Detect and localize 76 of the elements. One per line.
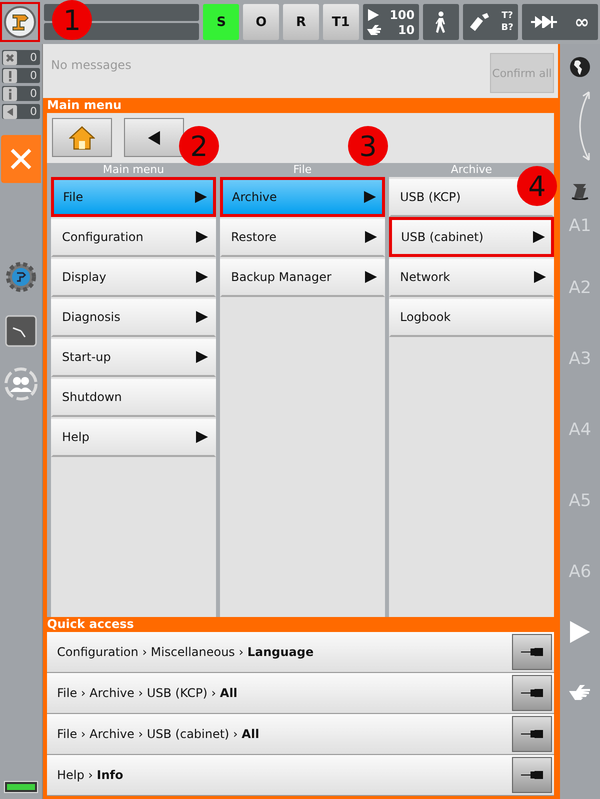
tool-base-button[interactable]: T? B? (462, 4, 518, 40)
pin-button[interactable] (512, 716, 552, 752)
column-header: Main menu (51, 163, 216, 177)
submenu-arrow-icon (196, 311, 208, 323)
menu-item[interactable]: Backup Manager (220, 257, 385, 297)
quick-access-path[interactable]: File › Archive › USB (cabinet) › All (57, 727, 260, 741)
info-icon (3, 86, 17, 100)
mode-button[interactable]: O (243, 4, 280, 40)
step-mode-button[interactable]: ∞ (522, 4, 598, 40)
jog-override-value: 10 (398, 22, 415, 36)
submenu-arrow-icon (196, 271, 208, 283)
quick-access-path[interactable]: Configuration › Miscellaneous › Language (57, 645, 314, 659)
menu-item[interactable]: Start-up (51, 337, 216, 377)
warning-icon (3, 68, 17, 82)
robot-icon (2, 5, 37, 39)
close-icon (9, 147, 33, 171)
menu-item[interactable]: Shutdown (51, 377, 216, 417)
robot-button[interactable] (0, 2, 40, 42)
message-counter[interactable]: 0 (2, 50, 40, 65)
gear-icon (5, 261, 37, 293)
mode-button[interactable]: S (203, 4, 240, 40)
back-button[interactable] (124, 118, 184, 157)
panel-title: Main menu (47, 98, 123, 113)
menu-item[interactable]: Display (51, 257, 216, 297)
pin-icon (521, 730, 543, 738)
section-title: Quick access (47, 617, 135, 632)
pin-icon (521, 689, 543, 697)
message-counter[interactable]: 0 (2, 104, 40, 119)
base-value: B? (501, 22, 514, 34)
submenu-arrow-icon (196, 431, 208, 443)
hand-icon (366, 24, 381, 35)
pin-button[interactable] (512, 634, 552, 670)
menu-item[interactable]: Restore (220, 217, 385, 257)
pin-icon (521, 771, 543, 779)
column-header: File (220, 163, 385, 177)
step-mode-value: ∞ (574, 12, 590, 32)
error-icon (3, 50, 17, 64)
skip-forward-icon (530, 15, 557, 29)
pin-button[interactable] (512, 675, 552, 711)
program-override-value: 100 (390, 8, 415, 22)
menu-item[interactable]: Network (389, 257, 554, 297)
message-counter[interactable]: 0 (2, 68, 40, 83)
back-arrow-icon (148, 130, 160, 144)
mode-button[interactable]: R (283, 4, 319, 40)
submenu-arrow-icon (195, 191, 207, 203)
home-button[interactable] (52, 118, 112, 157)
quick-access-path[interactable]: File › Archive › USB (KCP) › All (57, 686, 238, 700)
submenu-arrow-icon (196, 351, 208, 363)
menu-item[interactable]: Diagnosis (51, 297, 216, 337)
home-icon (69, 126, 95, 150)
menu-item[interactable]: Help (51, 417, 216, 457)
submenu-arrow-icon (533, 231, 545, 243)
submenu-arrow-icon (365, 231, 377, 243)
submenu-arrow-icon (534, 271, 546, 283)
override-button[interactable]: 100 10 (362, 4, 419, 40)
tool-value: T? (501, 10, 514, 22)
users-icon (4, 367, 38, 401)
jog-mode-button[interactable] (422, 4, 459, 40)
quick-access-path[interactable]: Help › Info (57, 768, 124, 782)
close-button[interactable] (1, 135, 41, 183)
walking-person-icon (434, 11, 448, 33)
menu-item[interactable]: Configuration (51, 217, 216, 257)
wait-icon (3, 104, 17, 118)
submenu-arrow-icon (365, 271, 377, 283)
submenu-arrow-icon (196, 231, 208, 243)
submenu-arrow-icon (364, 191, 376, 203)
play-icon (366, 8, 379, 20)
globe-icon[interactable] (569, 56, 591, 78)
pin-icon (521, 648, 543, 656)
mode-button[interactable]: T1 (322, 4, 359, 40)
battery-icon (4, 781, 38, 793)
message-counter[interactable]: 0 (2, 86, 40, 101)
pin-button[interactable] (512, 757, 552, 793)
clock-icon (5, 315, 37, 347)
message-text: No messages (51, 58, 132, 72)
menu-item[interactable]: Logbook (389, 297, 554, 337)
